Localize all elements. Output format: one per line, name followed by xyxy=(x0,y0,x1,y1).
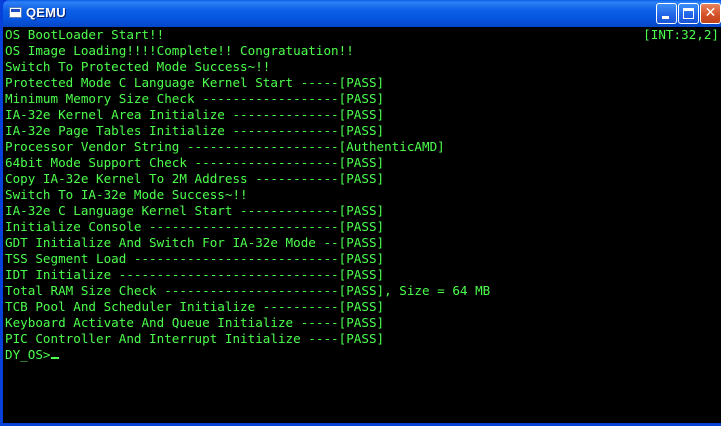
console-line: 64bit Mode Support Check ---------------… xyxy=(5,155,385,170)
console-line: IA-32e Page Tables Initialize ----------… xyxy=(5,123,385,138)
console-line: Keyboard Activate And Queue Initialize -… xyxy=(5,315,385,330)
console-output: OS BootLoader Start!! OS Image Loading!!… xyxy=(5,27,490,363)
maximize-icon xyxy=(683,8,694,19)
console-line: Minimum Memory Size Check --------------… xyxy=(5,91,385,106)
console-line: OS BootLoader Start!! xyxy=(5,27,165,42)
console-screen[interactable]: [INT:32,2] OS BootLoader Start!! OS Imag… xyxy=(3,27,721,423)
console-line: Switch To IA-32e Mode Success~!! xyxy=(5,187,248,202)
console-line: OS Image Loading!!!!Complete!! Congratua… xyxy=(5,43,354,58)
shell-prompt: DY_OS> xyxy=(5,347,51,362)
console-line: IA-32e Kernel Area Initialize ----------… xyxy=(5,107,385,122)
console-line: TSS Segment Load -----------------------… xyxy=(5,251,385,266)
console-line: IDT Initialize -------------------------… xyxy=(5,267,385,282)
qemu-window-icon[interactable] xyxy=(9,7,22,18)
console-line: TCB Pool And Scheduler Initialize ------… xyxy=(5,299,385,314)
console-line: Protected Mode C Language Kernel Start -… xyxy=(5,75,385,90)
minimize-icon xyxy=(662,16,669,19)
console-line: Initialize Console ---------------------… xyxy=(5,219,385,234)
console-line: Copy IA-32e Kernel To 2M Address -------… xyxy=(5,171,385,186)
console-line: Switch To Protected Mode Success~!! xyxy=(5,59,271,74)
minimize-button[interactable] xyxy=(656,3,677,24)
close-icon: ✕ xyxy=(704,5,717,21)
window-title: QEMU xyxy=(26,5,66,20)
text-cursor xyxy=(50,357,59,359)
interrupt-status-indicator: [INT:32,2] xyxy=(643,27,719,42)
console-line: Processor Vendor String ----------------… xyxy=(5,139,445,154)
console-line: GDT Initialize And Switch For IA-32e Mod… xyxy=(5,235,385,250)
qemu-window: QEMU ✕ [INT:32,2] OS BootLoader Start!! … xyxy=(0,0,721,426)
command-prompt-line[interactable]: DY_OS> xyxy=(5,347,490,363)
console-line: Total RAM Size Check -------------------… xyxy=(5,283,491,298)
title-bar[interactable]: QEMU ✕ xyxy=(3,0,721,27)
maximize-button[interactable] xyxy=(678,3,699,24)
close-button[interactable]: ✕ xyxy=(700,3,721,24)
console-line: IA-32e C Language Kernel Start ---------… xyxy=(5,203,385,218)
console-line: PIC Controller And Interrupt Initialize … xyxy=(5,331,385,346)
